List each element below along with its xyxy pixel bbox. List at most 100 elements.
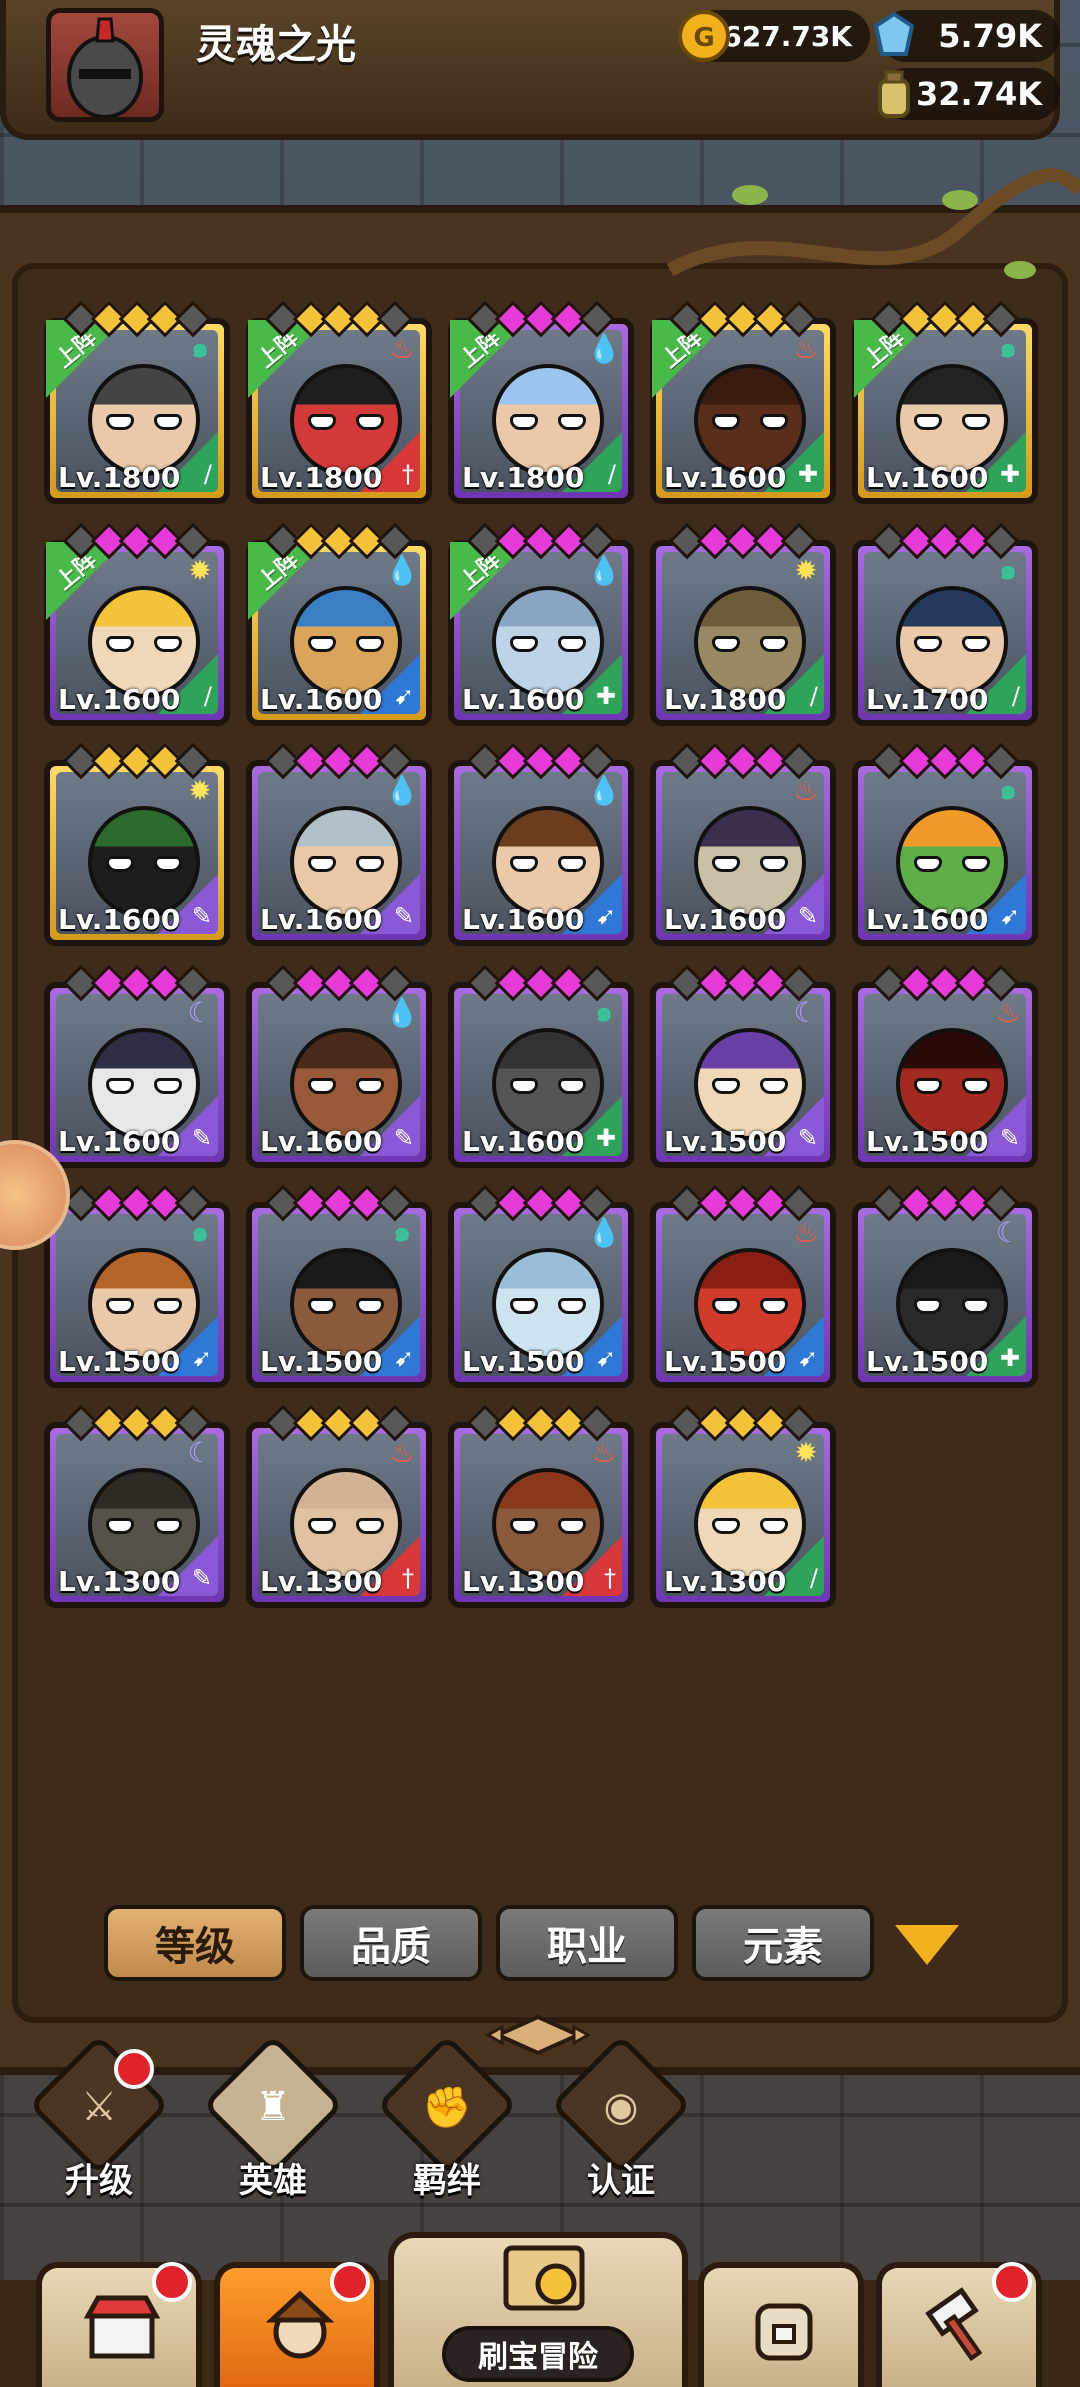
hero-card[interactable]: ✎ 💧 Lv.1600	[246, 742, 432, 946]
nav-heroes[interactable]	[214, 2262, 380, 2387]
hero-card[interactable]: ✎ ♨ Lv.1600	[650, 742, 836, 946]
hero-card[interactable]: ➹ ๑ Lv.1600	[852, 742, 1038, 946]
hero-card[interactable]: / ✹ Lv.1800	[650, 522, 836, 726]
nav-backpack[interactable]	[698, 2262, 864, 2387]
star-icon	[578, 1404, 616, 1442]
hero-card[interactable]: ➹ 💧 Lv.1600	[448, 742, 634, 946]
hero-card[interactable]: / 💧 上阵 Lv.1800	[448, 300, 634, 504]
fire-element-icon: ♨	[793, 1215, 819, 1249]
star-rating	[62, 300, 212, 338]
filter-tab-quality[interactable]: 品质	[300, 1905, 482, 1981]
hero-card[interactable]: ➹ ๑ Lv.1500	[246, 1184, 432, 1388]
hero-level: Lv.1700	[866, 683, 989, 716]
hero-card[interactable]: ✚ 💧 上阵 Lv.1600	[448, 522, 634, 726]
hero-card[interactable]: † ♨ 上阵 Lv.1800	[246, 300, 432, 504]
player-avatar[interactable]	[46, 8, 164, 122]
hero-card[interactable]: ➹ ♨ Lv.1500	[650, 1184, 836, 1388]
gem-amount: 5.79K	[938, 17, 1042, 55]
hero-card[interactable]: ✚ ๑ Lv.1600	[448, 964, 634, 1168]
subnav-upgrade-label: 升级	[65, 2161, 133, 2201]
hero-card[interactable]: /๑ Lv.1700	[852, 522, 1038, 726]
hero-eyes	[914, 856, 990, 874]
nav-forge[interactable]	[876, 2262, 1042, 2387]
star-icon	[376, 742, 414, 780]
hero-card[interactable]: ✚ ☾ Lv.1500	[852, 1184, 1038, 1388]
hero-card[interactable]: / ✹ Lv.1300	[650, 1404, 836, 1608]
hero-card[interactable]: ✎ 💧 Lv.1600	[246, 964, 432, 1168]
shop-icon	[82, 2286, 162, 2366]
filter-tab-element[interactable]: 元素	[692, 1905, 874, 1981]
notification-dot	[992, 2262, 1032, 2302]
filter-tab-class[interactable]: 职业	[496, 1905, 678, 1981]
nav-shop[interactable]	[36, 2262, 202, 2387]
hero-level: Lv.1600	[260, 903, 383, 936]
notification-dot	[114, 2049, 154, 2089]
star-rating	[466, 1184, 616, 1222]
nav-treasure-adventure[interactable]: 刷宝冒险	[388, 2232, 688, 2387]
star-rating	[668, 742, 818, 780]
subnav-heroes[interactable]: ♜ 英雄	[198, 2034, 348, 2205]
hero-card[interactable]: ➹ 💧 Lv.1500	[448, 1184, 634, 1388]
hero-eyes	[510, 1518, 586, 1536]
hero-level: Lv.1500	[58, 1345, 181, 1378]
gold-counter[interactable]: G 627.73K	[678, 10, 870, 62]
hero-card[interactable]: † ♨ Lv.1300	[448, 1404, 634, 1608]
gem-counter[interactable]: 5.79K	[873, 10, 1060, 62]
star-icon	[174, 300, 212, 338]
hero-card[interactable]: ✎ ♨ Lv.1500	[852, 964, 1038, 1168]
dark-element-icon: ☾	[793, 995, 819, 1029]
hero-eyes	[308, 414, 384, 432]
eye-certify-icon: ◉	[603, 2084, 639, 2130]
hero-eyes	[712, 1518, 788, 1536]
hero-level: Lv.1600	[866, 461, 989, 494]
hero-card[interactable]: ✎ ☾ Lv.1600	[44, 964, 230, 1168]
water-element-icon: 💧	[384, 995, 420, 1029]
hero-eyes	[510, 414, 586, 432]
wind-element-icon: ๑	[191, 331, 209, 364]
hero-eyes	[510, 856, 586, 874]
star-rating	[870, 522, 1020, 560]
subnav-certify[interactable]: ◉ 认证	[546, 2034, 696, 2205]
star-rating	[870, 742, 1020, 780]
potion-counter[interactable]: 32.74K	[878, 68, 1060, 120]
star-rating	[668, 300, 818, 338]
star-rating	[264, 1404, 414, 1442]
hero-card[interactable]: ✚ ๑上阵 Lv.1600	[852, 300, 1038, 504]
hero-level: Lv.1600	[58, 1125, 181, 1158]
gold-amount: 627.73K	[722, 19, 852, 53]
star-rating	[466, 300, 616, 338]
star-icon	[578, 742, 616, 780]
hero-card[interactable]: ➹ ๑ Lv.1500	[44, 1184, 230, 1388]
subnav-bonds[interactable]: ✊ 羁绊	[372, 2034, 522, 2205]
star-icon	[780, 1404, 818, 1442]
hero-eyes	[914, 636, 990, 654]
star-icon	[578, 1184, 616, 1222]
hero-level: Lv.1500	[866, 1125, 989, 1158]
hero-eyes	[712, 636, 788, 654]
star-rating	[668, 964, 818, 1002]
dark-element-icon: ☾	[187, 1435, 213, 1469]
hero-eyes	[510, 636, 586, 654]
hero-level: Lv.1800	[260, 461, 383, 494]
light-element-icon: ✹	[794, 553, 818, 587]
hero-card[interactable]: /๑上阵 Lv.1800	[44, 300, 230, 504]
star-icon	[376, 1184, 414, 1222]
star-icon	[174, 522, 212, 560]
hero-card[interactable]: ✎ ☾ Lv.1300	[44, 1404, 230, 1608]
hero-level: Lv.1500	[462, 1345, 585, 1378]
hero-card[interactable]: ✚ ♨ 上阵 Lv.1600	[650, 300, 836, 504]
star-icon	[578, 300, 616, 338]
hero-eyes	[106, 636, 182, 654]
subnav-upgrade[interactable]: ⚔ 升级	[24, 2034, 174, 2205]
star-icon	[982, 522, 1020, 560]
hero-card[interactable]: / ✹ 上阵 Lv.1600	[44, 522, 230, 726]
hero-eyes	[106, 414, 182, 432]
hero-card[interactable]: † ♨ Lv.1300	[246, 1404, 432, 1608]
hero-card[interactable]: ✎ ✹ Lv.1600	[44, 742, 230, 946]
fire-element-icon: ♨	[591, 1435, 617, 1469]
filter-tab-level[interactable]: 等级	[104, 1905, 286, 1981]
hero-card[interactable]: ✎ ☾ Lv.1500	[650, 964, 836, 1168]
hero-card[interactable]: ➹ 💧 上阵 Lv.1600	[246, 522, 432, 726]
hero-level: Lv.1600	[260, 683, 383, 716]
hero-level: Lv.1800	[664, 683, 787, 716]
